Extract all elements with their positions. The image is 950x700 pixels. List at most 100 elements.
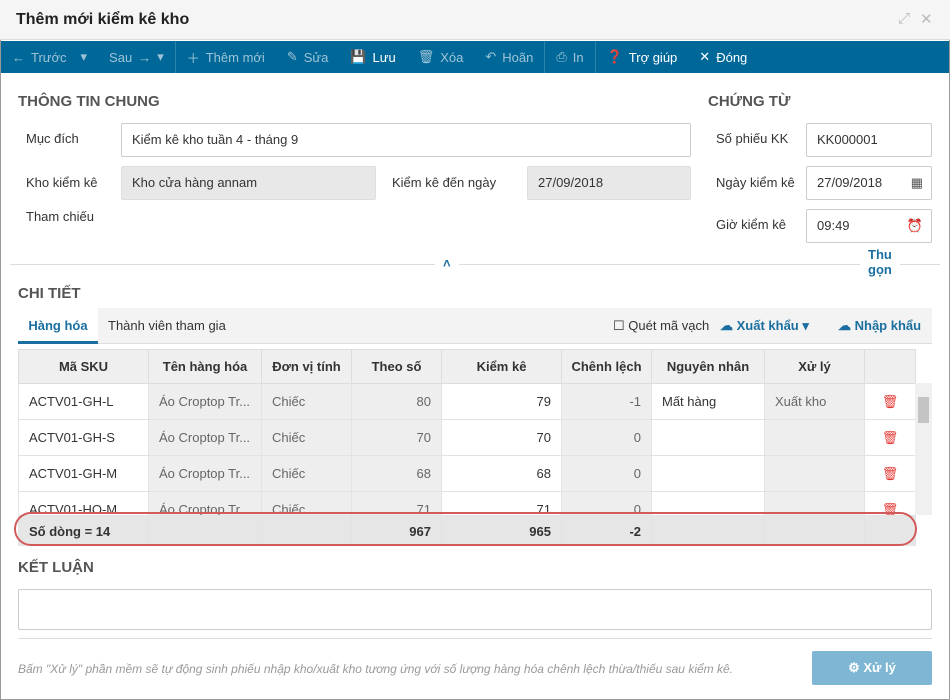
purpose-label: Mục đích <box>26 131 79 146</box>
date-input[interactable]: 27/09/2018 ▦ <box>806 166 932 200</box>
undo-label: Hoãn <box>502 49 534 65</box>
add-label: Thêm mới <box>205 49 265 65</box>
cell-reason[interactable] <box>651 419 765 456</box>
print-button[interactable]: ⎙ In <box>545 41 594 73</box>
next-label: Sau <box>109 49 133 65</box>
col-action: Xử lý <box>764 349 865 384</box>
trash-icon: 🗑 <box>417 49 435 64</box>
voucher-no-label: Số phiếu KK <box>716 131 789 146</box>
arrow-right-icon: → <box>138 49 152 65</box>
total-counted: 965 <box>441 515 562 546</box>
to-date-label: Kiểm kê đến ngày <box>392 175 497 190</box>
cell-action <box>764 419 865 456</box>
cell-sku: ACTV01-GH-L <box>18 383 149 420</box>
import-label: Nhập khẩu <box>854 318 922 333</box>
close-label: Đóng <box>716 49 748 65</box>
cell-reason[interactable] <box>651 455 765 492</box>
detail-table: Mã SKU Tên hàng hóa Đơn vị tính Theo số … <box>18 349 916 528</box>
cell-reason[interactable]: Mất hàng <box>651 383 765 420</box>
tab-members[interactable]: Thành viên tham gia <box>108 308 226 344</box>
time-input[interactable]: 09:49 ⏰ <box>806 209 932 243</box>
prev-button[interactable]: ← Trước ▾ <box>1 41 98 73</box>
import-button[interactable]: ☁ Nhập khẩu <box>838 308 921 344</box>
delete-button[interactable]: 🗑 Xóa <box>407 41 475 73</box>
barcode-checkbox[interactable]: ☐ Quét mã vạch <box>613 308 709 344</box>
arrow-left-icon: ← <box>12 49 25 65</box>
clock-icon[interactable]: ⏰ <box>907 210 923 242</box>
col-diff: Chênh lệch <box>561 349 652 384</box>
dialog-title: Thêm mới kiểm kê kho <box>16 11 190 28</box>
col-sku: Mã SKU <box>18 349 149 384</box>
close-icon[interactable]: ✕ <box>920 10 933 28</box>
process-label: Xử lý <box>863 660 896 675</box>
cell-action <box>764 455 865 492</box>
cell-counted[interactable]: 68 <box>441 455 562 492</box>
tab-goods[interactable]: Hàng hóa <box>18 308 98 344</box>
general-heading: THÔNG TIN CHUNG <box>18 93 160 110</box>
date-label: Ngày kiểm kê <box>716 175 795 190</box>
detail-tabs: Hàng hóa Thành viên tham gia ☐ Quét mã v… <box>18 308 932 344</box>
col-reason: Nguyên nhân <box>651 349 765 384</box>
cell-counted[interactable]: 70 <box>441 419 562 456</box>
table-scrollbar[interactable] <box>915 383 932 515</box>
voucher-no-input[interactable]: KK000001 <box>806 123 932 157</box>
table-row[interactable]: ACTV01-GH-S Áo Croptop Tr... Chiếc 70 70 0 🗑 <box>18 419 916 456</box>
close-button[interactable]: ✕ Đóng <box>688 41 758 73</box>
time-label: Giờ kiểm kê <box>716 217 786 232</box>
summary-row: Số dòng = 14 967 965 -2 <box>18 515 916 546</box>
cell-book: 70 <box>351 419 442 456</box>
delete-row-icon[interactable]: 🗑 <box>864 383 916 420</box>
to-date-input: 27/09/2018 <box>527 166 691 200</box>
help-button[interactable]: ❓ Trợ giúp <box>596 41 689 73</box>
detail-heading: CHI TIẾT <box>18 285 81 302</box>
floppy-icon: 💾 <box>350 49 367 64</box>
purpose-input[interactable]: Kiểm kê kho tuần 4 - tháng 9 <box>121 123 691 157</box>
col-name: Tên hàng hóa <box>148 349 262 384</box>
collapse-label: Thu gọn <box>860 247 900 277</box>
cloud-download-icon: ☁ <box>720 318 733 333</box>
empty-cell <box>148 515 262 546</box>
conclusion-input[interactable] <box>18 589 932 630</box>
toolbar: ← Trước ▾ Sau → ▾ ＋ Thêm mới ✎ Sửa 💾 Lưu 🗑 Xóa ↶… <box>1 41 949 73</box>
cell-diff: 0 <box>561 455 652 492</box>
maximize-icon[interactable]: ⤢ <box>898 10 910 27</box>
save-label: Lưu <box>372 49 396 65</box>
title-bar: Thêm mới kiểm kê kho ⤢ ✕ <box>0 0 950 40</box>
cell-unit: Chiếc <box>261 455 352 492</box>
empty-cell <box>764 515 865 546</box>
table-row[interactable]: ACTV01-GH-M Áo Croptop Tr... Chiếc 68 68 0 🗑 <box>18 455 916 492</box>
table-row[interactable]: ACTV01-GH-L Áo Croptop Tr... Chiếc 80 79 -1 Mấ… <box>18 383 916 420</box>
edit-button[interactable]: ✎ Sửa <box>276 41 340 73</box>
calendar-icon[interactable]: ▦ <box>911 167 923 199</box>
next-button[interactable]: Sau → ▾ <box>98 41 175 73</box>
save-button[interactable]: 💾 Lưu <box>339 41 406 73</box>
process-button[interactable]: ⚙ Xử lý <box>812 651 932 685</box>
cell-book: 68 <box>351 455 442 492</box>
footer-table: Số dòng = 14 967 965 -2 <box>18 515 916 546</box>
cell-name: Áo Croptop Tr... <box>148 419 262 456</box>
collapse-divider: Thu gọn ˄ <box>10 247 940 277</box>
warehouse-input: Kho cửa hàng annam <box>121 166 376 200</box>
delete-row-icon[interactable]: 🗑 <box>864 419 916 456</box>
help-icon: ❓ <box>606 49 623 64</box>
undo-button[interactable]: ↶ Hoãn <box>474 41 544 73</box>
col-unit: Đơn vị tính <box>261 349 352 384</box>
caret-down-icon[interactable]: ▾ <box>81 49 88 65</box>
empty-cell <box>864 515 916 546</box>
export-button[interactable]: ☁ Xuất khẩu ▾ <box>720 308 809 344</box>
plus-icon: ＋ <box>186 50 200 66</box>
total-book: 967 <box>351 515 442 546</box>
scrollbar-thumb[interactable] <box>918 397 929 423</box>
date-value: 27/09/2018 <box>817 175 883 190</box>
caret-down-icon[interactable]: ▾ <box>157 49 164 65</box>
delete-row-icon[interactable]: 🗑 <box>864 455 916 492</box>
barcode-label: Quét mã vạch <box>628 318 710 333</box>
warehouse-label: Kho kiểm kê <box>26 175 98 190</box>
cell-book: 80 <box>351 383 442 420</box>
cell-counted[interactable]: 79 <box>441 383 562 420</box>
add-button[interactable]: ＋ Thêm mới <box>176 41 276 73</box>
printer-icon: ⎙ <box>556 49 567 64</box>
collapse-button[interactable]: Thu gọn ˄ <box>435 247 900 277</box>
col-counted: Kiểm kê <box>441 349 562 384</box>
cell-name: Áo Croptop Tr... <box>148 383 262 420</box>
